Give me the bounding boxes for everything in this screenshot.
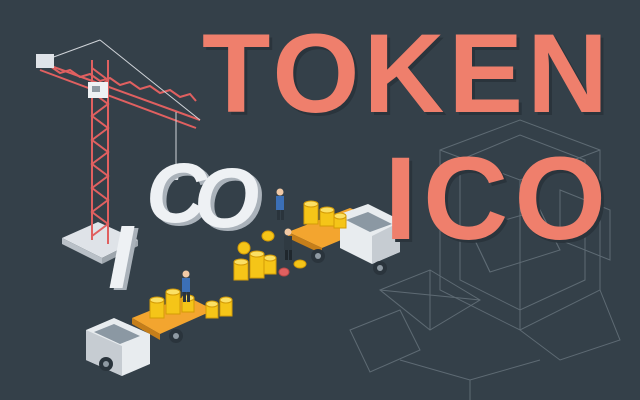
headline-ico: ICO bbox=[384, 133, 612, 265]
headline-token: TOKEN bbox=[202, 11, 612, 136]
ico-banner: I I C C O O TOKEN ICO bbox=[0, 0, 640, 400]
sign-letter: O bbox=[194, 151, 259, 245]
sign-letter: I bbox=[108, 208, 135, 308]
